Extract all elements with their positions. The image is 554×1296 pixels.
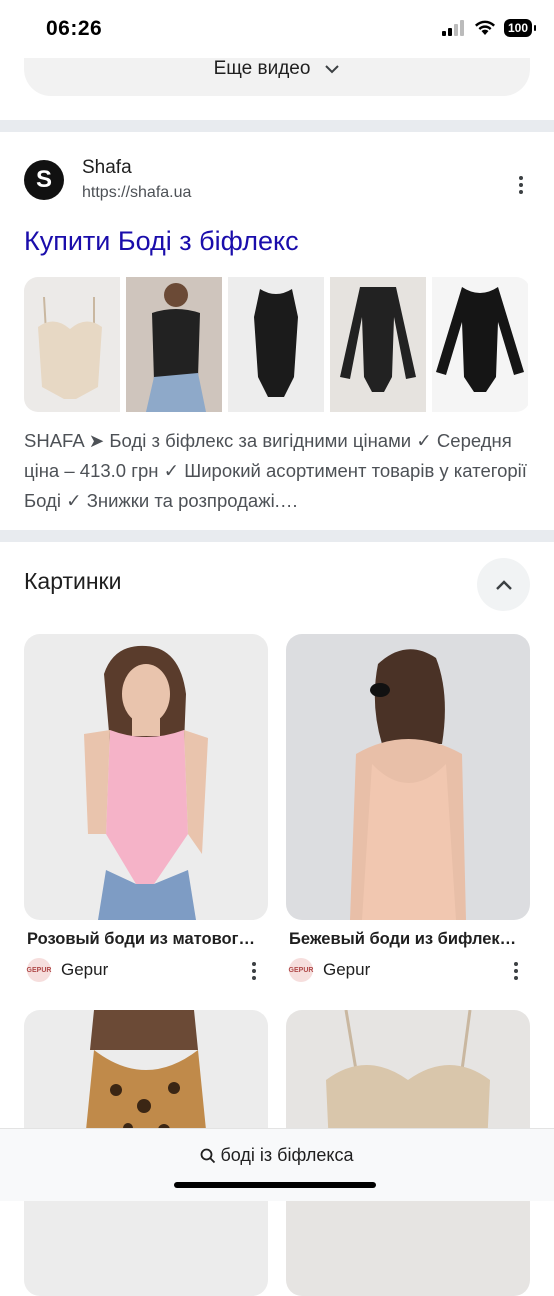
image-card-title[interactable]: Розовый боди из матовог…: [27, 930, 267, 949]
site-favicon[interactable]: S: [24, 160, 64, 200]
thumbnail-black-longsleeve[interactable]: [330, 277, 426, 412]
bottom-search-text: боді із біфлекса: [220, 1145, 354, 1165]
wifi-icon: [474, 20, 495, 35]
collapse-button[interactable]: [477, 558, 530, 611]
image-card-title[interactable]: Бежевый боди из бифлек…: [289, 930, 529, 949]
image-card-more-icon[interactable]: [513, 962, 519, 980]
more-videos-clip: Еще видео: [0, 58, 554, 98]
result-thumbnails: [24, 277, 530, 412]
chevron-down-icon: [325, 65, 340, 74]
image-card-source-name: Gepur: [323, 960, 371, 979]
status-icons: 100: [441, 19, 537, 37]
image-card-source-name: Gepur: [61, 960, 109, 979]
more-videos-button[interactable]: Еще видео: [24, 58, 530, 96]
home-indicator: [174, 1182, 376, 1188]
thumbnail-black-bodysuit[interactable]: [432, 277, 528, 412]
image-beige-bodysuit-back[interactable]: [286, 634, 530, 920]
result-snippet: SHAFA ➤ Боді з біфлекс за вигідними ціна…: [24, 430, 527, 511]
image-card-more-icon[interactable]: [251, 962, 257, 980]
bottom-search-query[interactable]: боді із біфлекса: [0, 1145, 554, 1166]
image-card-source[interactable]: GEPUR Gepur: [27, 958, 108, 982]
cellular-signal-icon: [441, 20, 464, 36]
more-videos-label: Еще видео: [213, 58, 311, 79]
thumbnail-black-top-model[interactable]: [126, 277, 222, 412]
site-url[interactable]: https://shafa.ua: [82, 184, 191, 202]
search-icon: [201, 1148, 216, 1163]
status-bar: 06:26 100: [0, 0, 554, 58]
gepur-favicon: GEPUR: [27, 958, 51, 982]
chevron-up-icon: [495, 579, 512, 590]
battery-indicator: 100: [503, 19, 537, 37]
section-divider: [0, 120, 554, 132]
images-section-title: Картинки: [24, 568, 122, 594]
status-time: 06:26: [46, 17, 103, 40]
site-name[interactable]: Shafa: [82, 157, 132, 179]
image-card-source[interactable]: GEPUR Gepur: [289, 958, 370, 982]
gepur-favicon: GEPUR: [289, 958, 313, 982]
thumbnail-black-sleeveless[interactable]: [228, 277, 324, 412]
result-title-link[interactable]: Купити Боді з біфлекс: [24, 226, 299, 257]
thumbnail-beige-bodysuit[interactable]: [24, 277, 120, 412]
result-more-icon[interactable]: [518, 176, 524, 194]
section-divider: [0, 530, 554, 542]
image-pink-bodysuit[interactable]: [24, 634, 268, 920]
bottom-search-bar[interactable]: боді із біфлекса: [0, 1128, 554, 1201]
